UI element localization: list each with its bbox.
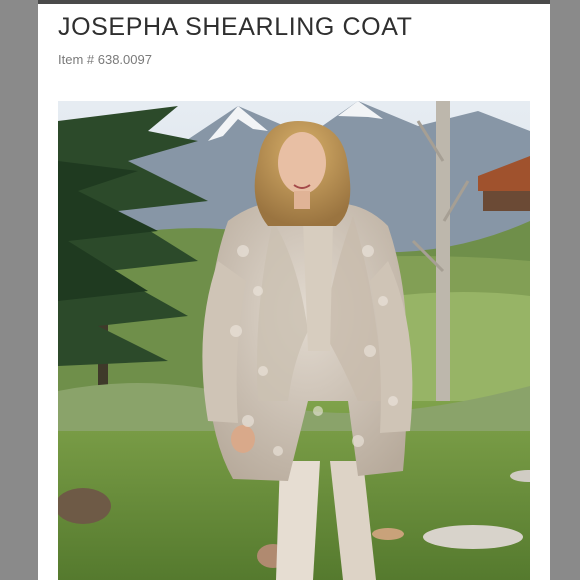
item-number: Item # 638.0097	[58, 52, 152, 67]
left-frame	[0, 0, 38, 580]
product-title: JOSEPHA SHEARLING COAT	[58, 13, 413, 41]
rock	[423, 525, 523, 549]
right-frame	[550, 0, 580, 580]
product-photo[interactable]	[58, 101, 530, 580]
product-card: JOSEPHA SHEARLING COAT Item # 638.0097	[38, 0, 550, 580]
top-bar	[38, 0, 550, 4]
